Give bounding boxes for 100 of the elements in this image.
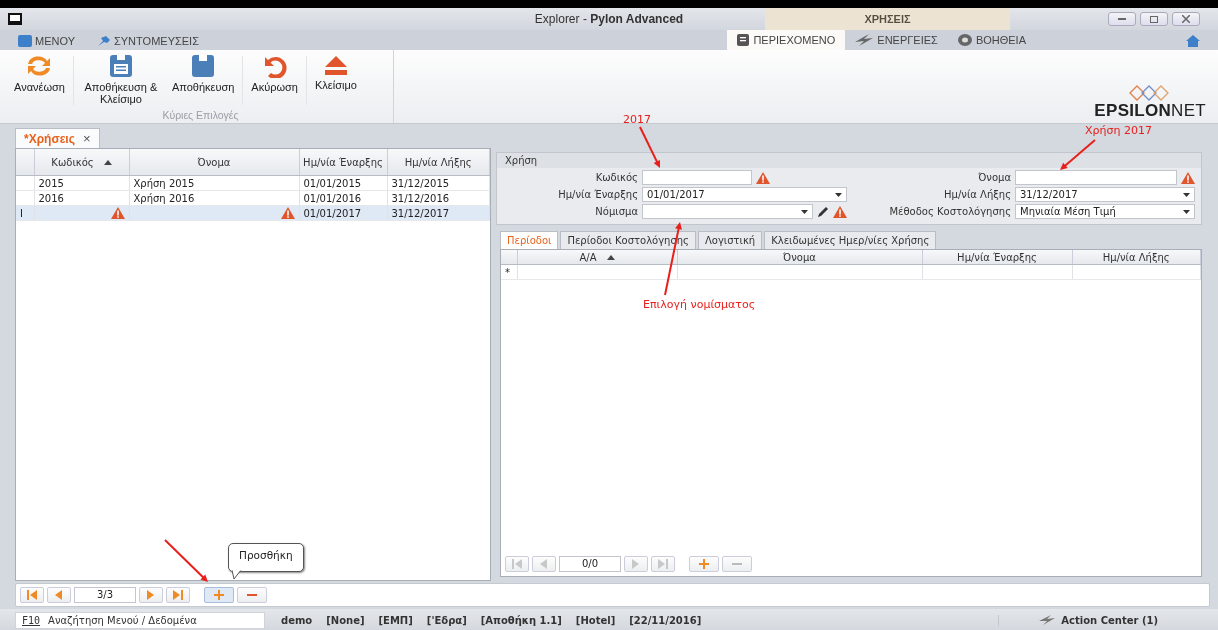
column-header[interactable]: Ημ/νία Λήξης xyxy=(1072,250,1201,265)
home-icon[interactable] xyxy=(1186,35,1200,47)
text-field[interactable] xyxy=(642,170,752,185)
field-label: Νόμισμα xyxy=(594,206,639,217)
annotation-arrow xyxy=(1060,139,1096,170)
status-item: ['Εδρα] xyxy=(426,614,467,626)
ribbon-button[interactable]: Ανανέωση xyxy=(8,52,71,109)
previous-icon xyxy=(539,559,549,569)
annotation-text: Χρήση 2017 xyxy=(1085,124,1152,137)
next-icon xyxy=(146,590,156,600)
ribbon-button[interactable]: Αποθήκευση xyxy=(165,52,241,109)
previous-button[interactable] xyxy=(47,587,71,603)
table-cell: 31/12/2015 xyxy=(387,175,490,191)
table-cell: 31/12/2016 xyxy=(387,190,490,206)
annotation-text: 2017 xyxy=(623,113,651,126)
book-icon xyxy=(18,35,32,47)
table-cell: 2015 xyxy=(34,175,129,191)
ribbon-tab[interactable]: ΒΟΗΘΕΙΑ xyxy=(947,30,1036,50)
annotation-arrow xyxy=(164,539,208,582)
column-header[interactable]: Όνομα xyxy=(677,250,922,265)
last-page-icon xyxy=(173,590,183,600)
ribbon-tab[interactable]: ΕΝΕΡΓΕΙΕΣ xyxy=(845,30,948,50)
tooltip: Προσθήκη xyxy=(228,543,304,572)
table-cell: Χρήση 2016 xyxy=(129,190,299,206)
status-item: [ΕΜΠ] xyxy=(378,614,413,626)
first-button[interactable] xyxy=(20,587,44,603)
pencil-icon[interactable] xyxy=(817,205,829,218)
plus-icon xyxy=(699,559,709,569)
document-tab[interactable]: *Χρήσεις × xyxy=(15,128,100,148)
menu-item[interactable]: ΜΕΝΟΥ xyxy=(14,32,79,50)
caret-icon xyxy=(1183,192,1190,197)
search-field[interactable]: F10 Αναζήτηση Μενού / Δεδομένα xyxy=(15,611,265,629)
next-icon xyxy=(631,559,641,569)
ribbon-button[interactable]: Ακύρωση xyxy=(245,52,304,109)
dropdown-field[interactable]: 31/12/2017 xyxy=(1015,187,1195,202)
field-label: Κωδικός xyxy=(594,172,639,183)
save-icon xyxy=(191,54,216,78)
caret-icon xyxy=(801,209,808,214)
lifebuoy-icon xyxy=(957,34,972,46)
minimize-button[interactable] xyxy=(1108,12,1136,26)
window-title: Explorer - Pylon Advanced xyxy=(534,12,684,26)
add-button[interactable] xyxy=(204,587,234,603)
maximize-icon xyxy=(1150,15,1158,23)
last-button[interactable] xyxy=(166,587,190,603)
column-header[interactable]: Κωδικός xyxy=(34,149,129,176)
column-header[interactable]: Ημ/νία Έναρξης xyxy=(299,149,387,176)
close-button[interactable] xyxy=(1172,12,1200,26)
ribbon-button[interactable]: Αποθήκευση & Κλείσιμο xyxy=(75,52,166,109)
last-page-icon xyxy=(658,559,668,569)
warning-icon xyxy=(1181,171,1195,184)
tab[interactable]: Περίοδοι xyxy=(500,231,559,249)
caret-icon xyxy=(835,192,842,197)
previous-icon xyxy=(54,590,64,600)
table-cell: 2016 xyxy=(34,190,129,206)
plus-icon xyxy=(214,590,224,600)
action-center-button[interactable]: Action Center (1) xyxy=(998,614,1158,626)
field-label: Ημ/νία Λήξης xyxy=(943,189,1012,200)
annotation-arrow xyxy=(639,126,660,168)
table-cell: 01/01/2016 xyxy=(299,190,387,206)
warning-icon xyxy=(833,205,847,218)
dropdown-field[interactable]: 01/01/2017 xyxy=(642,187,847,202)
column-header[interactable]: Α/Α xyxy=(517,250,677,265)
status-item: [Αποθήκη 1.1] xyxy=(480,614,562,626)
tab[interactable]: Κλειδωμένες Ημερ/νίες Χρήσης xyxy=(764,231,937,249)
maximize-button[interactable] xyxy=(1140,12,1168,26)
first-page-icon xyxy=(27,590,37,600)
column-header[interactable]: Ημ/νία Έναρξης xyxy=(922,250,1072,265)
add-button[interactable] xyxy=(689,556,719,572)
column-header[interactable]: Ημ/νία Λήξης xyxy=(387,149,490,176)
text-field[interactable] xyxy=(1015,170,1177,185)
status-item: demo xyxy=(281,614,313,626)
table-cell: Χρήση 2015 xyxy=(129,175,299,191)
eject-icon xyxy=(323,54,348,76)
document-icon xyxy=(737,34,750,46)
app-icon[interactable] xyxy=(8,13,22,25)
lightning-icon xyxy=(1039,615,1056,625)
context-label: ΧΡΗΣΕΙΣ xyxy=(864,13,911,25)
annotation-text: Επιλογή νομίσματος xyxy=(643,298,756,311)
field-label: Ημ/νία Έναρξης xyxy=(557,189,639,200)
column-header[interactable]: Όνομα xyxy=(129,149,299,176)
table-cell: 01/01/2015 xyxy=(299,175,387,191)
panel-title: Χρήση xyxy=(497,153,1201,168)
company-logo: EPSILONNET xyxy=(1094,50,1206,123)
sort-icon xyxy=(103,159,112,165)
dropdown-field[interactable] xyxy=(642,204,813,219)
menu-item[interactable]: ΣΥΝΤΟΜΕΥΣΕΙΣ xyxy=(93,32,203,50)
save-list-icon xyxy=(108,54,133,78)
ribbon-tab[interactable]: ΠΕΡΙΕΧΟΜΕΝΟ xyxy=(727,30,846,50)
minimize-icon xyxy=(1118,18,1126,20)
record-position: 0/0 xyxy=(559,556,621,572)
group-label: Κύριες Επιλογές xyxy=(161,109,240,123)
dropdown-field[interactable]: Μηνιαία Μέση Τιμή xyxy=(1015,204,1195,219)
record-position: 3/3 xyxy=(74,587,136,603)
sort-icon xyxy=(606,254,615,260)
first-page-icon xyxy=(512,559,522,569)
next-button[interactable] xyxy=(139,587,163,603)
warning-icon xyxy=(110,207,125,219)
ribbon-button[interactable]: Κλείσιμο xyxy=(308,52,363,109)
remove-button[interactable] xyxy=(237,587,267,603)
tab[interactable]: Λογιστική xyxy=(697,231,763,249)
